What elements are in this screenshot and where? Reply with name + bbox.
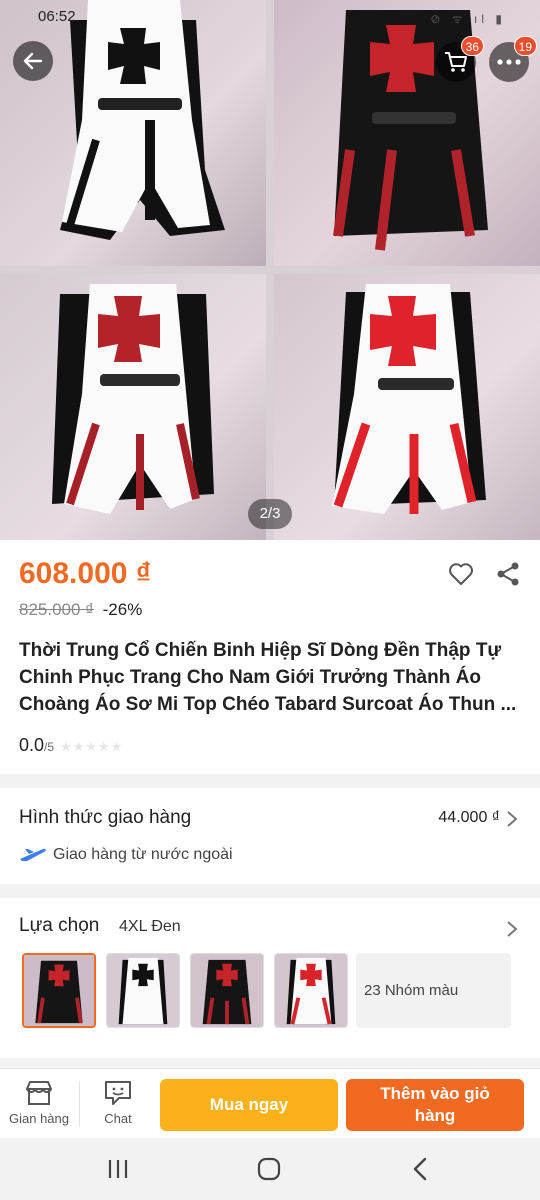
shipping-section[interactable]: Hình thức giao hàng 44.000 ₫ Giao hàng t…: [0, 788, 540, 884]
option-thumb-black-red[interactable]: [22, 953, 96, 1028]
product-image-white-red-cross: [0, 274, 266, 540]
selected-option: 4XL Đen: [119, 918, 181, 935]
original-price: 825.000 ₫: [19, 600, 94, 619]
options-label: Lựa chọn: [19, 915, 100, 936]
heart-icon[interactable]: [448, 562, 474, 586]
more-icon: [497, 59, 521, 65]
product-price: 608.000 ₫: [19, 557, 152, 590]
shipping-method: Giao hàng từ nước ngoài: [19, 846, 233, 864]
airplane-icon: [20, 848, 46, 861]
chat-icon: [105, 1081, 131, 1105]
back-button[interactable]: [13, 41, 53, 81]
share-icon[interactable]: [495, 561, 521, 587]
recent-apps-icon[interactable]: [105, 1156, 131, 1182]
product-image-black-red-cross: [274, 0, 540, 266]
shipping-method-text: Giao hàng từ nước ngoài: [53, 846, 233, 863]
more-button[interactable]: 19: [489, 36, 537, 82]
shipping-label: Hình thức giao hàng: [19, 807, 192, 828]
arrow-left-icon: [23, 52, 43, 70]
chat-button[interactable]: Chat: [79, 1079, 157, 1126]
shipping-fee: 44.000 ₫: [438, 809, 500, 826]
rating-stars: ★★★★★: [60, 739, 124, 754]
product-title: Thời Trung Cổ Chiến Binh Hiệp Sĩ Dòng Đề…: [19, 640, 517, 715]
chevron-right-icon: [507, 811, 518, 827]
more-colors-button[interactable]: 23 Nhóm màu: [356, 953, 511, 1028]
product-image-white-black-cross: [0, 0, 266, 266]
buy-now-button[interactable]: Mua ngay: [160, 1079, 338, 1131]
option-thumb-white-red[interactable]: [274, 953, 348, 1028]
system-navigation-bar: [0, 1138, 540, 1200]
back-nav-icon[interactable]: [408, 1156, 434, 1182]
option-thumb-white-black[interactable]: [106, 953, 180, 1028]
product-info: 608.000 ₫ 825.000 ₫ -26% Thời Trung Cổ C…: [0, 540, 540, 774]
home-icon[interactable]: [256, 1156, 282, 1182]
bottom-action-bar: Gian hàng Chat Mua ngay Thêm vào giỏ hàn…: [0, 1068, 540, 1138]
product-image-gallery[interactable]: 06:52 ⊘ ᯤ ıl ▮ 36 19 2/3: [0, 0, 540, 540]
option-thumbnails: [22, 953, 348, 1028]
store-icon: [26, 1081, 52, 1105]
status-icons: ⊘ ᯤ ıl ▮: [430, 12, 506, 26]
price-comparison: 825.000 ₫ -26%: [19, 600, 142, 620]
product-image-white-bright-red-cross: [274, 274, 540, 540]
status-time: 06:52: [38, 8, 76, 25]
cart-badge: 36: [460, 36, 484, 56]
cart-button[interactable]: 36: [436, 36, 484, 82]
image-page-indicator: 2/3: [248, 499, 292, 529]
option-thumb-black-red-2[interactable]: [190, 953, 264, 1028]
rating-row[interactable]: 0.0 /5 ★★★★★: [19, 735, 123, 756]
store-button[interactable]: Gian hàng: [0, 1079, 78, 1126]
store-label: Gian hàng: [9, 1111, 69, 1126]
notification-badge: 19: [513, 36, 537, 56]
discount-percent: -26%: [102, 600, 143, 619]
options-section[interactable]: Lựa chọn 4XL Đen 23 Nhóm màu: [0, 898, 540, 1058]
chevron-right-icon: [507, 921, 518, 937]
add-to-cart-button[interactable]: Thêm vào giỏ hàng: [346, 1079, 524, 1131]
rating-max: /5: [44, 740, 55, 754]
product-detail-screen: 06:52 ⊘ ᯤ ıl ▮ 36 19 2/3 608.000 ₫ 825.0…: [0, 0, 540, 1200]
rating-value: 0.0: [19, 735, 45, 755]
chat-label: Chat: [104, 1111, 132, 1126]
cart-icon: [445, 52, 467, 72]
